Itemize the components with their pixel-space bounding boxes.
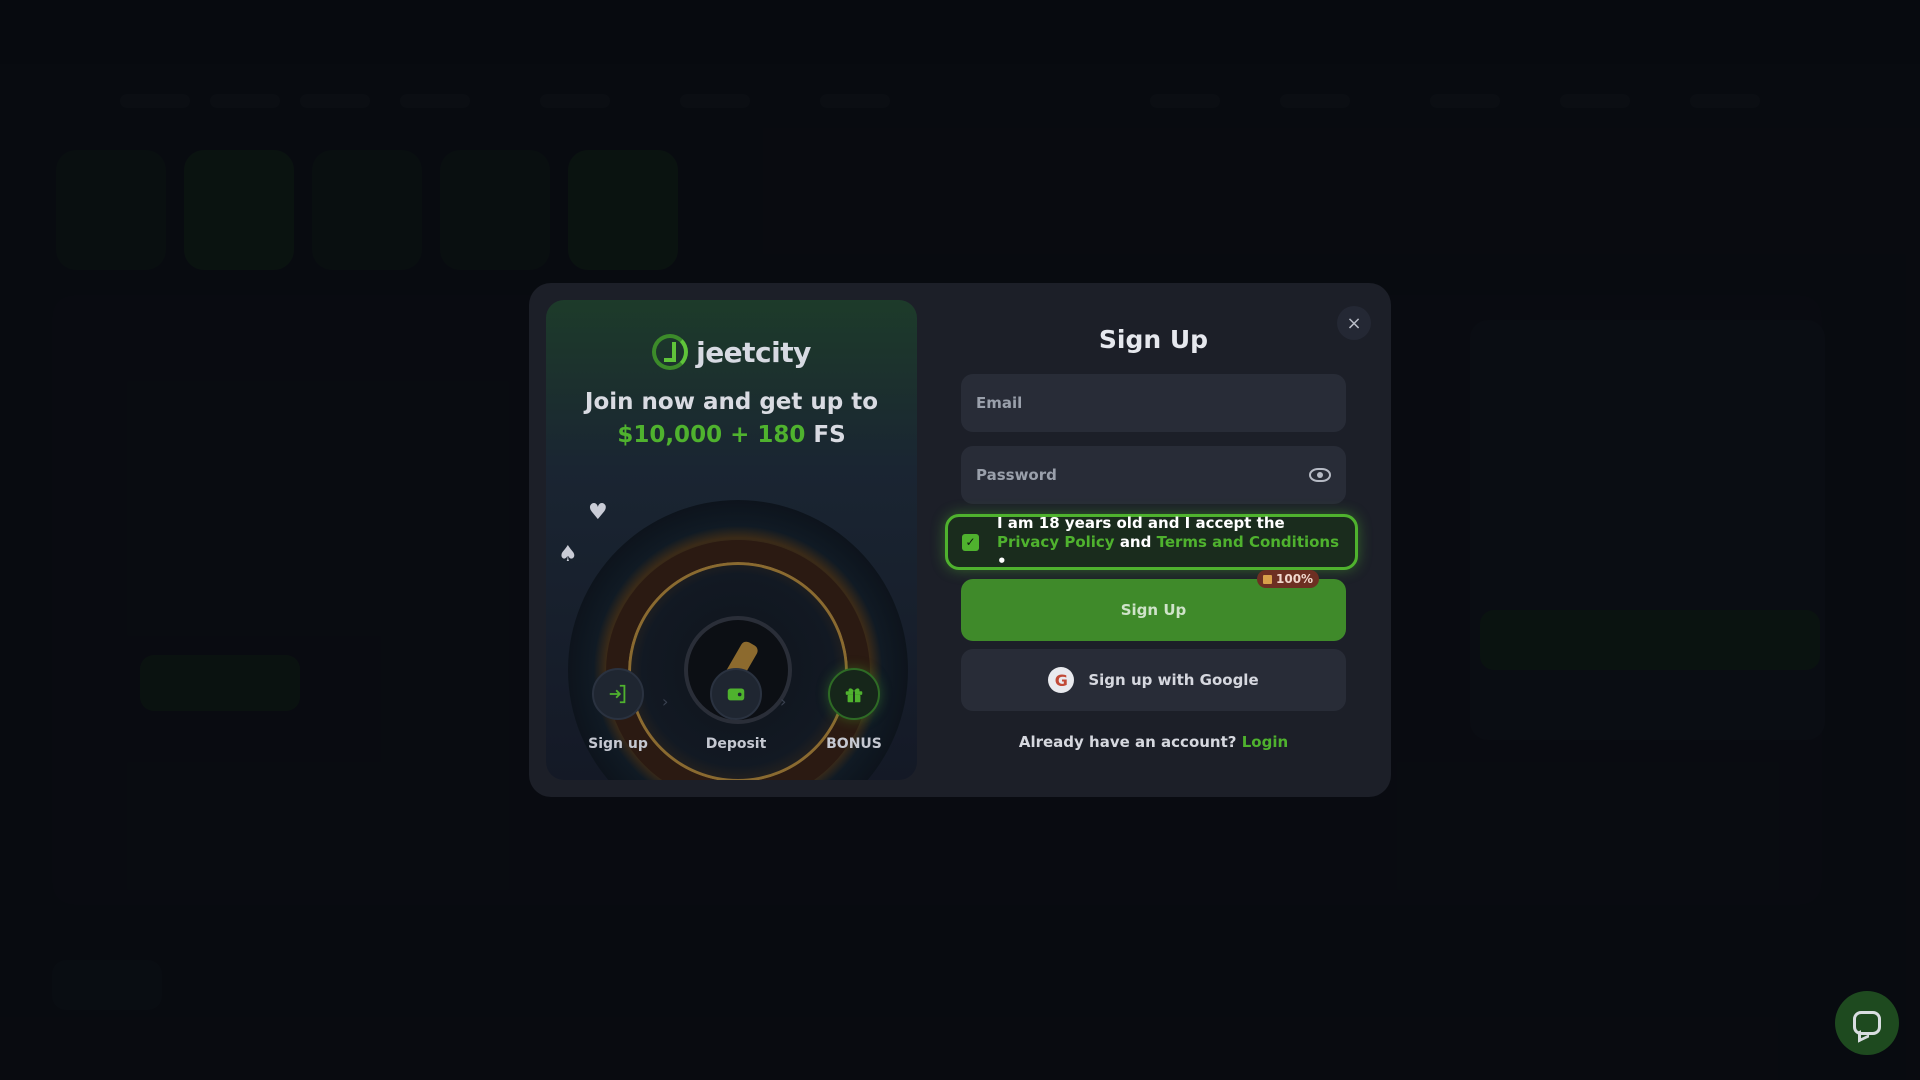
logo-mark-icon (652, 334, 689, 370)
form-title: Sign Up (1098, 325, 1209, 354)
google-signup-label: Sign up with Google (1088, 671, 1259, 689)
terms-link[interactable]: Terms and Conditions (1157, 533, 1339, 551)
password-field[interactable] (961, 446, 1346, 504)
step-label: BONUS (826, 736, 882, 752)
promo-headline-text: Join now and get up to (584, 389, 879, 415)
bonus-steps: Sign up › Deposit › BONUS (546, 668, 917, 758)
step-signup: Sign up (578, 668, 658, 752)
consent-and: and (1119, 532, 1152, 551)
gift-icon (1263, 574, 1272, 584)
password-input[interactable] (976, 466, 1309, 484)
brand-logo: jeetcity (546, 332, 917, 372)
step-label: Sign up (588, 736, 648, 752)
google-signup-button[interactable]: G Sign up with Google (961, 649, 1346, 711)
login-link[interactable]: Login (1242, 733, 1288, 751)
close-icon: × (1346, 312, 1362, 334)
age-consent[interactable]: ✓ I am 18 years old and I accept the Pri… (945, 514, 1358, 570)
live-chat-button[interactable] (1835, 991, 1899, 1055)
step-deposit: Deposit (696, 668, 776, 752)
chat-icon (1853, 1011, 1881, 1035)
chevron-right-icon: › (780, 692, 787, 711)
email-field[interactable] (961, 374, 1346, 432)
login-prompt: Already have an account? Login (961, 733, 1346, 751)
consent-prefix: I am 18 years old and I accept the (997, 513, 1285, 532)
bonus-badge-text: 100% (1276, 572, 1314, 586)
signin-icon (592, 668, 644, 720)
wallet-icon (710, 668, 762, 720)
google-icon: G (1048, 667, 1075, 693)
signup-modal: jeetcity Join now and get up to $10,000 … (529, 283, 1391, 797)
promo-panel: jeetcity Join now and get up to $10,000 … (546, 300, 917, 780)
brand-name: jeetcity (696, 335, 811, 369)
heart-suit-icon: ♥ (588, 500, 608, 525)
privacy-policy-link[interactable]: Privacy Policy (997, 533, 1115, 551)
step-label: Deposit (705, 736, 767, 752)
step-bonus: BONUS (814, 668, 894, 752)
email-input[interactable] (976, 394, 1331, 412)
account-prompt-text: Already have an account? (1018, 733, 1237, 751)
required-mark: • (997, 551, 1007, 570)
chevron-right-icon: › (662, 692, 669, 711)
bonus-badge: 100% (1257, 570, 1320, 588)
eye-icon[interactable] (1309, 468, 1331, 482)
spade-suit-icon: ♠ (558, 542, 578, 567)
consent-text: I am 18 years old and I accept the Priva… (997, 514, 1341, 571)
consent-checkbox[interactable]: ✓ (962, 533, 979, 551)
gift-icon (828, 668, 880, 720)
signup-button[interactable]: Sign Up (961, 579, 1346, 641)
